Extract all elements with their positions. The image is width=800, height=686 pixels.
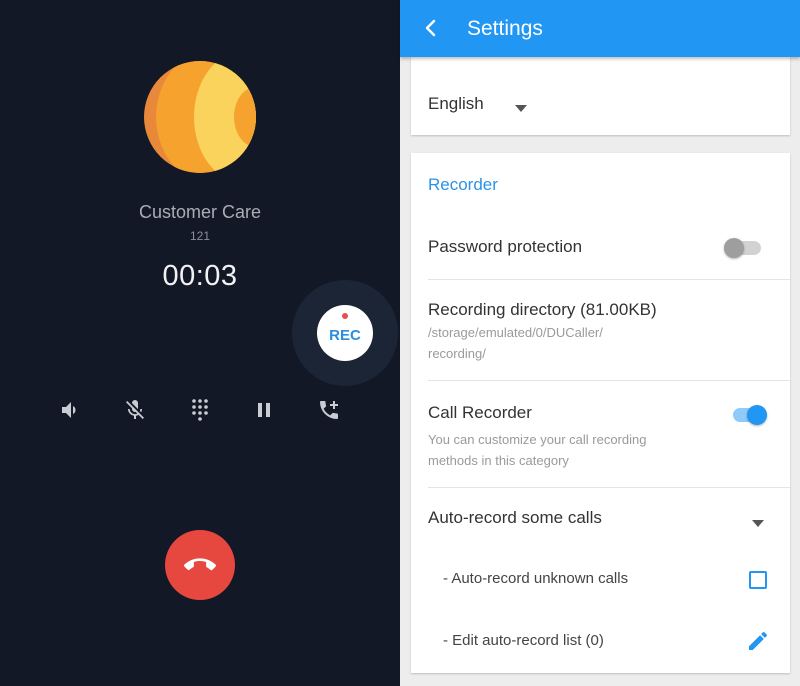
call-screen: Customer Care 121 00:03 REC bbox=[0, 0, 400, 686]
recorder-card: Recorder Password protection Recording d… bbox=[411, 153, 790, 673]
add-call-icon[interactable] bbox=[317, 398, 341, 422]
edit-auto-record-list-row[interactable]: - Edit auto-record list (0) bbox=[411, 616, 790, 666]
auto-record-row[interactable]: Auto-record some calls bbox=[411, 488, 790, 548]
settings-screen: Settings English Recorder Password prote… bbox=[400, 0, 800, 686]
hangup-icon bbox=[184, 558, 216, 571]
auto-record-unknown-checkbox[interactable] bbox=[749, 571, 767, 589]
recording-directory-path-line1: /storage/emulated/0/DUCaller/ bbox=[428, 325, 603, 340]
dialpad-icon[interactable] bbox=[188, 398, 212, 422]
auto-record-label: Auto-record some calls bbox=[428, 508, 602, 527]
page-title: Settings bbox=[467, 17, 543, 40]
app-bar: Settings bbox=[400, 0, 800, 57]
recording-directory-row[interactable]: Recording directory (81.00KB) /storage/e… bbox=[411, 280, 790, 380]
language-dropdown-value[interactable]: English bbox=[428, 94, 484, 114]
call-recorder-label: Call Recorder bbox=[428, 403, 532, 422]
caller-number: 121 bbox=[189, 229, 211, 243]
caller-name: Customer Care bbox=[138, 202, 262, 222]
record-dot-icon bbox=[342, 313, 348, 319]
recording-directory-label: Recording directory (81.00KB) bbox=[428, 300, 657, 319]
end-call-button[interactable] bbox=[165, 530, 235, 600]
password-protection-label: Password protection bbox=[428, 237, 583, 256]
auto-record-unknown-row[interactable]: - Auto-record unknown calls bbox=[411, 556, 790, 606]
pencil-edit-icon[interactable] bbox=[746, 629, 770, 653]
speaker-icon[interactable] bbox=[59, 398, 83, 422]
call-recorder-description-line2: methods in this category bbox=[428, 453, 569, 468]
record-label: REC bbox=[329, 327, 361, 344]
dropdown-caret-icon[interactable] bbox=[515, 100, 527, 112]
back-arrow-icon[interactable] bbox=[420, 17, 442, 39]
edit-auto-record-list-label: - Edit auto-record list (0) bbox=[443, 632, 604, 649]
expand-caret-icon[interactable] bbox=[752, 515, 764, 527]
section-title-recorder: Recorder bbox=[428, 175, 498, 194]
call-recorder-description-line1: You can customize your call recording bbox=[428, 432, 647, 447]
language-card: English bbox=[411, 57, 790, 135]
call-recorder-row[interactable]: Call Recorder You can customize your cal… bbox=[411, 381, 790, 487]
record-button[interactable]: REC bbox=[317, 305, 373, 361]
pause-icon[interactable] bbox=[252, 398, 276, 422]
mute-mic-icon[interactable] bbox=[123, 398, 147, 422]
auto-record-unknown-label: - Auto-record unknown calls bbox=[443, 570, 629, 587]
password-protection-row[interactable]: Password protection bbox=[411, 215, 790, 279]
contact-avatar bbox=[144, 61, 256, 173]
recording-directory-path-line2: recording/ bbox=[428, 346, 486, 361]
